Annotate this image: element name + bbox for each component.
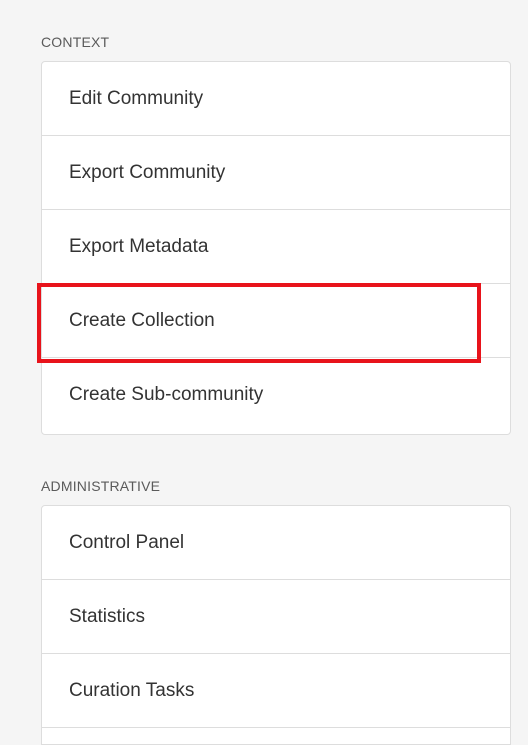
create-collection-link[interactable]: Create Collection <box>42 284 510 358</box>
menu-item-label: Control Panel <box>69 531 185 553</box>
menu-item-label: Curation Tasks <box>69 679 195 701</box>
menu-item-label: Edit Community <box>69 87 204 109</box>
menu-item-label: Export Metadata <box>69 235 209 257</box>
context-heading: CONTEXT <box>41 34 110 50</box>
curation-tasks-link[interactable]: Curation Tasks <box>42 654 510 728</box>
menu-item-label: Create Collection <box>69 309 215 331</box>
menu-item-label: Export Community <box>69 161 226 183</box>
export-community-link[interactable]: Export Community <box>42 136 510 210</box>
menu-item-label: Create Sub-community <box>69 384 264 405</box>
context-menu: Edit Community Export Community Export M… <box>41 61 511 435</box>
edit-community-link[interactable]: Edit Community <box>42 62 510 136</box>
administrative-menu: Control Panel Statistics Curation Tasks <box>41 505 511 745</box>
sidebar-panel: CONTEXT Edit Community Export Community … <box>0 0 528 745</box>
statistics-link[interactable]: Statistics <box>42 580 510 654</box>
administrative-heading: ADMINISTRATIVE <box>41 478 161 494</box>
export-metadata-link[interactable]: Export Metadata <box>42 210 510 284</box>
control-panel-link[interactable]: Control Panel <box>42 506 510 580</box>
create-sub-community-link[interactable]: Create Sub-community <box>42 358 510 432</box>
menu-item-label: Statistics <box>69 605 146 627</box>
